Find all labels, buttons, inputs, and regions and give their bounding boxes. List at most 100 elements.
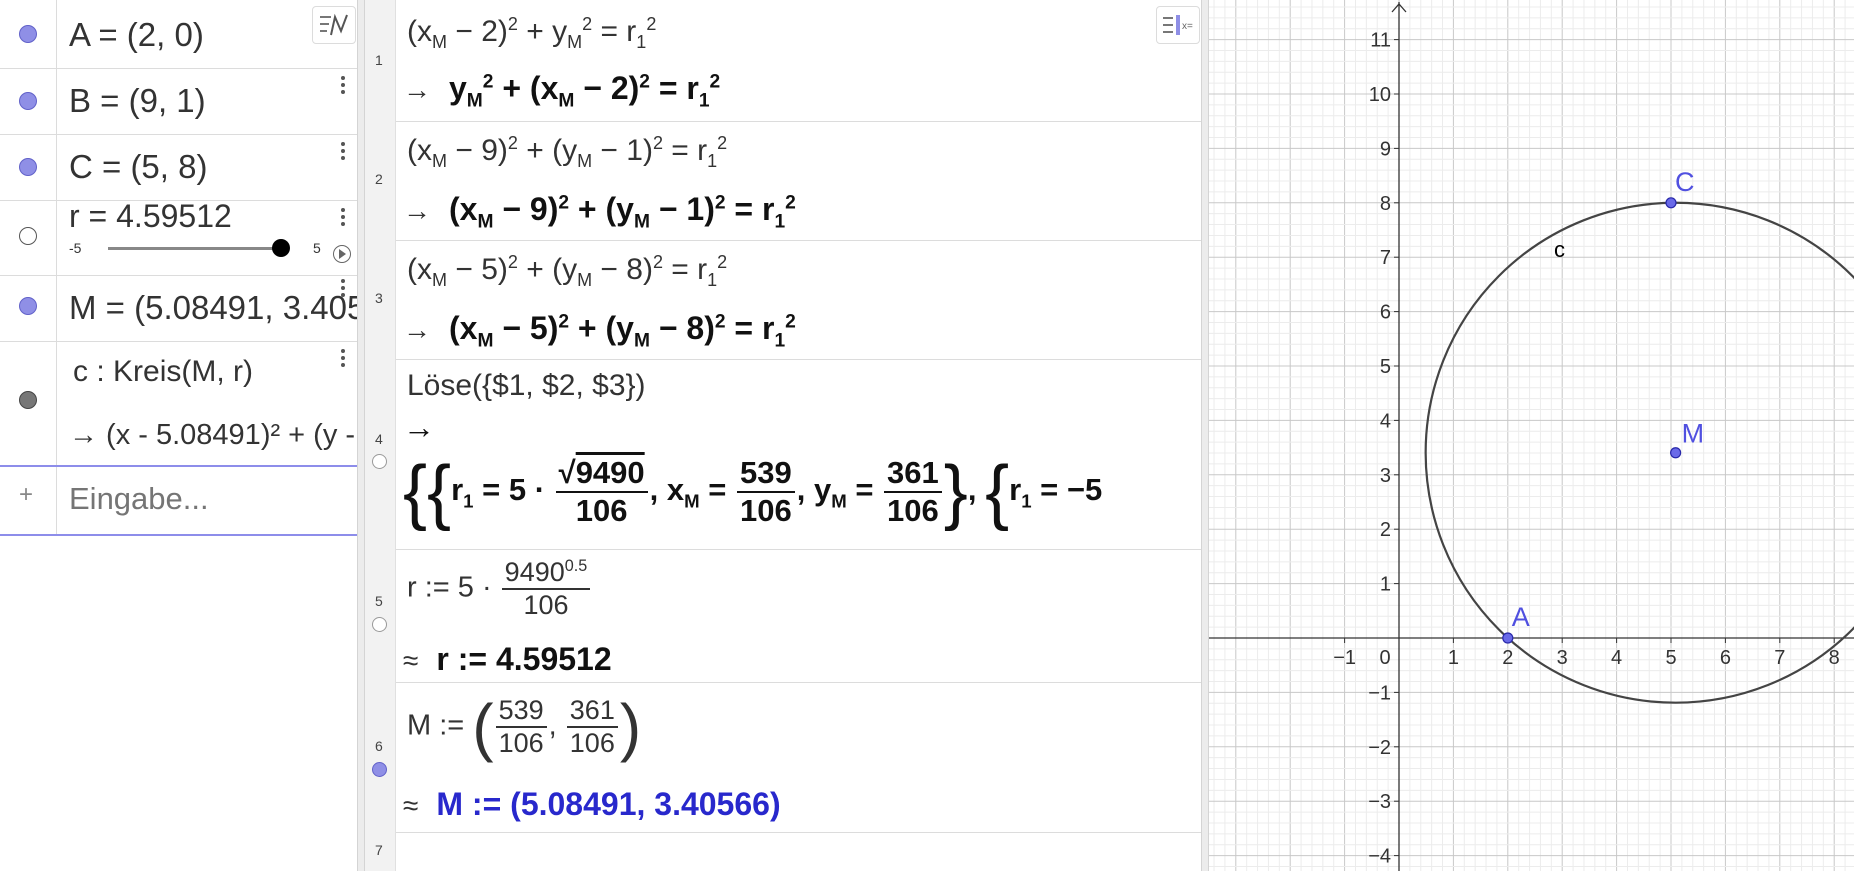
cas-output: {{r1 = 5 · √9490 106, xM = 539 106, yM = 3…: [403, 452, 1103, 532]
cas-input[interactable]: (xM − 9)2 + (yM − 1)2 = r12: [407, 133, 727, 172]
algebra-item-c[interactable]: c : Kreis(M, r) → (x - 5.08491)² + (y - …: [0, 341, 357, 465]
cas-output: → (xM − 9)2 + (yM − 1)2 = r12: [403, 191, 796, 233]
more-options-icon[interactable]: [341, 142, 345, 163]
graphics-view[interactable]: −1012345678910−4−3−2−11234567891011cABCM: [1209, 0, 1854, 871]
row-number: 3: [375, 290, 383, 306]
slider-max-label: 5: [313, 240, 321, 256]
row-number-cell: 1: [365, 0, 396, 121]
cas-row[interactable]: 6 M := (539 106, 361 106) ≈ M := (5.08491, …: [365, 682, 1201, 833]
row-number: 2: [375, 171, 383, 187]
visibility-toggle-C[interactable]: [19, 158, 37, 176]
visibility-toggle-B[interactable]: [19, 92, 37, 110]
slider-handle[interactable]: [271, 239, 290, 257]
visibility-toggle[interactable]: [372, 454, 387, 469]
algebra-item-B[interactable]: B = (9, 1): [0, 68, 357, 135]
algebra-item-label: C = (5, 8): [69, 148, 208, 185]
visibility-toggle-M[interactable]: [19, 297, 37, 315]
cas-view: 1 (xM − 2)2 + yM2 = r12 → yM2 + (xM − 2)2…: [365, 0, 1201, 871]
x-tick-label: 1: [1448, 647, 1459, 669]
algebra-item-M[interactable]: M = (5.08491, 3.40566): [0, 275, 357, 342]
slider-track[interactable]: [108, 247, 288, 250]
more-options-icon[interactable]: [341, 208, 345, 229]
algebra-input-row[interactable]: +: [0, 465, 357, 536]
cas-row[interactable]: 2 (xM − 9)2 + (yM − 1)2 = r12 → (xM − 9)2…: [365, 121, 1201, 241]
y-tick-label: −1: [1368, 682, 1391, 704]
row-number: 4: [375, 431, 383, 447]
point-label-C: C: [1675, 167, 1695, 197]
cas-output: ≈ r := 4.59512: [403, 641, 612, 677]
cas-row-empty[interactable]: 7: [365, 832, 1201, 871]
algebra-description-menu-button[interactable]: [312, 6, 356, 44]
slider-min-label: -5: [69, 240, 82, 256]
plus-icon[interactable]: +: [19, 481, 33, 509]
y-tick-label: 11: [1370, 30, 1391, 52]
visibility-toggle-c[interactable]: [19, 391, 37, 409]
visibility-toggle-r[interactable]: [19, 227, 37, 245]
visibility-toggle[interactable]: [372, 617, 387, 632]
cas-output: → yM2 + (xM − 2)2 = r12: [403, 70, 721, 112]
visibility-toggle[interactable]: [372, 762, 387, 777]
arrow-icon: →: [403, 314, 431, 345]
algebra-item-A[interactable]: A = (2, 0): [0, 0, 357, 69]
cas-row[interactable]: 3 (xM − 5)2 + (yM − 8)2 = r12 → (xM − 5)2…: [365, 240, 1201, 360]
y-tick-label: 10: [1369, 84, 1391, 106]
cas-output: → (xM − 5)2 + (yM − 8)2 = r12: [403, 310, 796, 352]
more-options-icon[interactable]: [341, 279, 345, 300]
more-options-icon[interactable]: [341, 76, 345, 97]
y-tick-label: 2: [1380, 519, 1391, 541]
view-divider[interactable]: [357, 0, 365, 871]
algebra-item-output: → (x - 5.08491)² + (y - 3.40566)² = 21.1…: [69, 419, 357, 451]
y-tick-label: 1: [1380, 574, 1391, 596]
y-tick-label: −4: [1368, 846, 1391, 868]
algebra-description-icon: [320, 13, 348, 36]
cas-row[interactable]: 4 Löse({$1, $2, $3}) → {{r1 = 5 · √9490 1…: [365, 359, 1201, 550]
arrow-icon: →: [403, 409, 435, 445]
y-tick-label: 3: [1380, 465, 1391, 487]
cas-input[interactable]: (xM − 2)2 + yM2 = r12: [407, 14, 656, 53]
cas-row[interactable]: 5 r := 5 · 94900.5 106 ≈ r := 4.59512: [365, 549, 1201, 683]
x-tick-label: 3: [1557, 647, 1568, 669]
arrow-icon: →: [403, 195, 431, 226]
approx-icon: ≈: [403, 790, 419, 821]
circle-label: c: [1554, 237, 1565, 262]
view-divider[interactable]: [1201, 0, 1209, 871]
algebra-item-r-slider[interactable]: r = 4.59512: [0, 198, 357, 276]
point-label-A: A: [1512, 602, 1530, 632]
cas-input[interactable]: r := 5 · 94900.5 106: [407, 557, 592, 621]
point-C[interactable]: [1665, 197, 1677, 209]
play-icon[interactable]: [333, 245, 351, 263]
point-A[interactable]: [1502, 632, 1514, 644]
y-tick-label: −2: [1368, 737, 1391, 759]
algebra-item-label: r = 4.59512: [69, 198, 232, 234]
svg-text:x=: x=: [1182, 21, 1193, 32]
more-options-icon[interactable]: [341, 349, 345, 370]
coordinate-plane[interactable]: −1012345678910−4−3−2−11234567891011cABCM: [1209, 0, 1854, 871]
y-tick-label: 4: [1380, 410, 1391, 432]
algebra-item-label: A = (2, 0): [69, 16, 204, 53]
cas-menu-icon: x=: [1163, 15, 1193, 35]
cas-keyboard-menu-button[interactable]: x=: [1156, 6, 1200, 44]
arrow-icon: →: [403, 74, 431, 105]
algebra-item-C[interactable]: C = (5, 8): [0, 134, 357, 201]
row-number-cell: 4: [365, 359, 396, 549]
row-number-cell: 3: [365, 240, 396, 359]
row-number: 6: [375, 738, 383, 754]
point-label-M: M: [1682, 419, 1705, 449]
y-tick-label: 5: [1380, 356, 1391, 378]
algebra-item-label: c : Kreis(M, r): [73, 355, 253, 388]
cas-row[interactable]: 1 (xM − 2)2 + yM2 = r12 → yM2 + (xM − 2)2…: [365, 0, 1201, 122]
x-tick-label: 2: [1502, 647, 1513, 669]
row-number-cell: 5: [365, 549, 396, 682]
visibility-toggle-A[interactable]: [19, 25, 37, 43]
approx-icon: ≈: [403, 645, 419, 676]
cas-input[interactable]: Löse({$1, $2, $3}): [407, 369, 646, 403]
algebra-input-field[interactable]: [69, 481, 349, 517]
algebra-view: A = (2, 0) B = (9, 1) C = (5, 8) r = 4.5…: [0, 0, 357, 871]
cas-input[interactable]: (xM − 5)2 + (yM − 8)2 = r12: [407, 252, 727, 291]
row-number: 1: [375, 52, 383, 68]
row-number-cell: 2: [365, 121, 396, 240]
x-tick-label: 0: [1379, 647, 1390, 669]
point-M[interactable]: [1670, 447, 1682, 459]
cas-input[interactable]: M := (539 106, 361 106): [407, 690, 641, 764]
y-tick-label: 9: [1380, 138, 1391, 160]
